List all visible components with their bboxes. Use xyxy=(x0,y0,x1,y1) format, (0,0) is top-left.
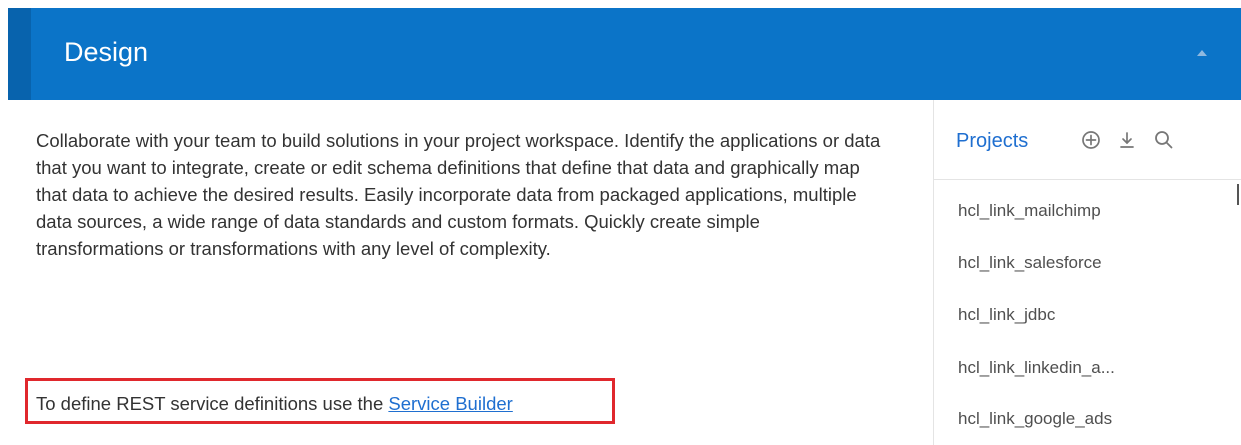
project-item[interactable]: hcl_link_jdbc xyxy=(958,304,1055,326)
header-accent-bar xyxy=(8,8,31,100)
projects-title: Projects xyxy=(956,130,1029,152)
projects-header: Projects xyxy=(934,100,1241,180)
project-item[interactable]: hcl_link_linkedin_a... xyxy=(958,357,1115,379)
page-title: Design xyxy=(64,37,149,67)
rest-service-message: To define REST service definitions use t… xyxy=(36,392,513,416)
design-page: Design Collaborate with your team to bui… xyxy=(0,0,1241,445)
project-item[interactable]: hcl_link_mailchimp xyxy=(958,200,1101,222)
download-icon[interactable] xyxy=(1115,128,1139,152)
projects-panel: Projects hcl_link_mailchimp hcl_link_sal… xyxy=(934,100,1241,445)
design-header: Design xyxy=(8,8,1241,100)
project-list: hcl_link_mailchimp hcl_link_salesforce h… xyxy=(934,180,1241,445)
service-builder-link[interactable]: Service Builder xyxy=(388,393,512,414)
chevron-up-icon[interactable] xyxy=(1197,50,1207,56)
add-circle-icon[interactable] xyxy=(1079,128,1103,152)
project-item[interactable]: hcl_link_salesforce xyxy=(958,252,1102,274)
design-content: Collaborate with your team to build solu… xyxy=(8,100,934,445)
design-description: Collaborate with your team to build solu… xyxy=(36,130,881,259)
left-gutter xyxy=(0,0,8,445)
search-icon[interactable] xyxy=(1152,128,1176,152)
project-item[interactable]: hcl_link_google_ads xyxy=(958,408,1112,430)
rest-service-text: To define REST service definitions use t… xyxy=(36,393,389,414)
